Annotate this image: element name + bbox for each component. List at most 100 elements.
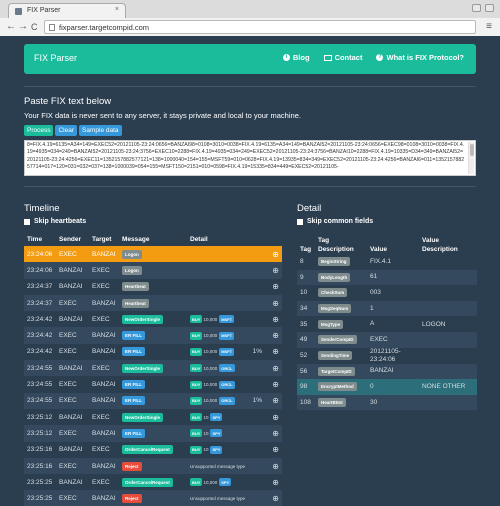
row-message-cell: Reject bbox=[119, 457, 187, 475]
row-detail-cell: BUY 10,000 MSFT bbox=[187, 311, 268, 327]
fix-text-input[interactable]: 8=FIX.4.19=6135=A34=149=EXEC52=20121105-… bbox=[24, 140, 476, 176]
row-detail-cell bbox=[187, 279, 268, 295]
address-bar[interactable]: fixparser.targetcompid.com bbox=[44, 20, 476, 34]
field-value-description bbox=[419, 394, 477, 411]
timeline-row[interactable]: 23:24:37 EXEC BANZAI Heartbeat ⊕ bbox=[24, 294, 282, 312]
field-description-cell: BodyLength bbox=[315, 269, 367, 286]
zoom-in-icon[interactable]: ⊕ bbox=[272, 445, 279, 454]
timeline-row[interactable]: 23:24:42 BANZAI EXEC NewOrderSingle BUY 10,00… bbox=[24, 311, 282, 327]
navbar: FIX Parser i Blog Contact ? What is FIX Pr… bbox=[24, 44, 476, 74]
process-button[interactable]: Process bbox=[24, 125, 54, 136]
col-message: Message bbox=[122, 235, 150, 243]
row-time: 23:24:06 bbox=[24, 262, 56, 279]
zoom-in-icon[interactable]: ⊕ bbox=[272, 494, 279, 503]
zoom-in-icon[interactable]: ⊕ bbox=[272, 380, 279, 389]
tab-close-icon[interactable]: × bbox=[115, 6, 119, 13]
row-zoom-cell: ⊕ bbox=[268, 294, 282, 312]
nav-about[interactable]: ? What is FIX Protocol? bbox=[376, 53, 464, 62]
col-time: Time bbox=[27, 235, 43, 243]
fill-percent: 1% bbox=[252, 396, 262, 404]
brand[interactable]: FIX Parser bbox=[34, 53, 77, 63]
zoom-in-icon[interactable]: ⊕ bbox=[272, 413, 279, 422]
menu-icon[interactable]: ≡ bbox=[486, 21, 492, 32]
clear-button[interactable]: Clear bbox=[55, 125, 78, 136]
nav-contact[interactable]: Contact bbox=[323, 53, 362, 62]
zoom-in-icon[interactable]: ⊕ bbox=[272, 396, 279, 405]
zoom-in-icon[interactable]: ⊕ bbox=[272, 331, 279, 340]
zoom-in-icon[interactable]: ⊕ bbox=[272, 315, 279, 324]
forward-icon[interactable]: → bbox=[18, 21, 28, 33]
row-sender: BANZAI bbox=[56, 262, 89, 279]
symbol-badge: ORCL bbox=[219, 364, 235, 373]
field-description-cell: HeartBtInt bbox=[315, 394, 367, 411]
timeline-row[interactable]: 23:24:42 EXEC BANZAI ER FILL BUY 10,000 MSFT ⊕ bbox=[24, 327, 282, 344]
skip-heartbeats-checkbox[interactable]: Skip heartbeats bbox=[24, 218, 86, 225]
zoom-in-icon[interactable]: ⊕ bbox=[272, 299, 279, 308]
timeline-row[interactable]: 23:25:25 EXEC BANZAI Reject Unsupported mess… bbox=[24, 490, 282, 506]
row-time: 23:25:12 bbox=[24, 425, 56, 442]
row-time: 23:24:42 bbox=[24, 327, 56, 344]
timeline-row[interactable]: 23:24:37 BANZAI EXEC Heartbeat ⊕ bbox=[24, 279, 282, 295]
row-zoom-cell: ⊕ bbox=[268, 360, 282, 377]
col-sender: Sender bbox=[59, 235, 82, 243]
zoom-in-icon[interactable]: ⊕ bbox=[272, 266, 279, 275]
field-name-label: SendingTime bbox=[318, 351, 353, 361]
skip-common-fields-checkbox[interactable]: Skip common fields bbox=[297, 218, 373, 225]
nav-blog[interactable]: i Blog bbox=[282, 53, 310, 62]
timeline-row[interactable]: 23:24:55 EXEC BANZAI ER FILL BUY 10,000 ORCL ⊕ bbox=[24, 376, 282, 392]
field-description-cell: MsgType bbox=[315, 316, 367, 332]
field-name-label: EncryptMethod bbox=[318, 382, 357, 392]
message-type-label: Heartbeat bbox=[122, 298, 149, 308]
zoom-in-icon[interactable]: ⊕ bbox=[272, 478, 279, 487]
scrollbar-thumb[interactable] bbox=[470, 144, 474, 156]
row-message-cell: Logon bbox=[119, 246, 187, 263]
field-tag: 34 bbox=[297, 300, 315, 317]
timeline-row[interactable]: 23:24:55 BANZAI EXEC NewOrderSingle BUY 10,00… bbox=[24, 360, 282, 377]
field-description-cell: SendingTime bbox=[315, 348, 367, 364]
scrollbar[interactable] bbox=[468, 142, 474, 174]
back-icon[interactable]: ← bbox=[6, 21, 16, 33]
row-message-cell: OrderCancelRequest bbox=[119, 442, 187, 458]
sample-data-button[interactable]: Sample data bbox=[79, 125, 122, 136]
maximize-button[interactable] bbox=[485, 4, 494, 12]
field-tag: 49 bbox=[297, 331, 315, 348]
row-sender: EXEC bbox=[56, 425, 89, 442]
field-description-cell: CheckSum bbox=[315, 285, 367, 301]
field-tag: 56 bbox=[297, 363, 315, 380]
zoom-in-icon[interactable]: ⊕ bbox=[272, 347, 279, 356]
symbol-badge: SPY bbox=[219, 478, 232, 487]
minimize-button[interactable] bbox=[472, 4, 481, 12]
browser-tab[interactable]: FIX Parser × bbox=[8, 3, 126, 18]
timeline-row[interactable]: 23:24:06 BANZAI EXEC Logon ⊕ bbox=[24, 262, 282, 279]
field-tag: 98 bbox=[297, 379, 315, 395]
row-detail-cell: BUY 10,000 MSFT bbox=[187, 327, 268, 344]
field-description-cell: EncryptMethod bbox=[315, 379, 367, 395]
field-value: 0 bbox=[367, 379, 419, 395]
checkbox-icon[interactable] bbox=[297, 218, 303, 225]
timeline-row[interactable]: 23:25:16 EXEC BANZAI Reject Unsupported mess… bbox=[24, 457, 282, 475]
window-controls bbox=[472, 4, 494, 12]
timeline-row[interactable]: 23:24:55 EXEC BANZAI ER FILL BUY 10,000 ORCL 1%… bbox=[24, 392, 282, 409]
symbol-badge: MSFT bbox=[219, 331, 235, 340]
timeline-row[interactable]: 23:25:25 BANZAI EXEC OrderCancelRequest BUY 1… bbox=[24, 474, 282, 490]
zoom-in-icon[interactable]: ⊕ bbox=[272, 364, 279, 373]
zoom-in-icon[interactable]: ⊕ bbox=[272, 282, 279, 291]
zoom-in-icon[interactable]: ⊕ bbox=[272, 429, 279, 438]
checkbox-icon[interactable] bbox=[24, 218, 30, 225]
timeline-row[interactable]: 23:24:06 EXEC BANZAI Logon ⊕ bbox=[24, 246, 282, 263]
field-description-cell: TargetCompID bbox=[315, 363, 367, 380]
message-type-label: Logon bbox=[122, 249, 142, 259]
row-detail-cell: Unsupported message type bbox=[187, 490, 268, 506]
timeline-row[interactable]: 23:25:12 BANZAI EXEC NewOrderSingle BUY 10 SPY… bbox=[24, 409, 282, 425]
timeline-row[interactable]: 23:25:16 BANZAI EXEC OrderCancelRequest BUY 1… bbox=[24, 442, 282, 458]
message-type-label: NewOrderSingle bbox=[122, 363, 164, 373]
quantity-text: 10,000 bbox=[203, 479, 218, 485]
reload-icon[interactable]: C bbox=[31, 21, 38, 33]
field-value: 1 bbox=[367, 300, 419, 317]
timeline-row[interactable]: 23:25:12 EXEC BANZAI ER FILL BUY 10 SPY ⊕ bbox=[24, 425, 282, 442]
zoom-in-icon[interactable]: ⊕ bbox=[272, 462, 279, 471]
zoom-in-icon[interactable]: ⊕ bbox=[272, 250, 279, 259]
symbol-badge: MSFT bbox=[219, 315, 235, 324]
row-message-cell: ER FILL bbox=[119, 344, 187, 360]
timeline-row[interactable]: 23:24:42 EXEC BANZAI ER FILL BUY 10,000 MSFT 1%… bbox=[24, 344, 282, 360]
